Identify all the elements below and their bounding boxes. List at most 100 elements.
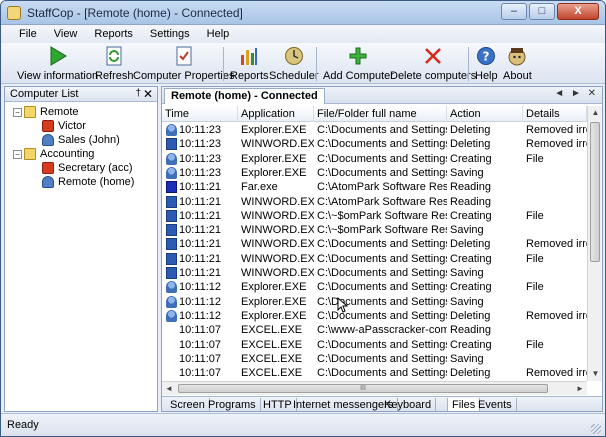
properties-icon [173,45,195,67]
window-title: StaffCop - [Remote (home) - Connected] [27,6,243,20]
column-header-details[interactable]: Details [523,106,587,122]
cell-path: C:\Documents and Settings\... [317,238,447,251]
pin-icon[interactable]: † [135,88,141,99]
table-row[interactable]: 10:11:07 EXCEL.EXE C:\Documents and Settin… [162,366,587,380]
table-row[interactable]: 10:11:07 EXCEL.EXE C:\www-aPasscracker-com… [162,323,587,337]
cell-details: File [526,281,544,294]
add-computer-button[interactable]: Add Computer [323,45,394,83]
table-row[interactable]: 10:11:07 EXCEL.EXE C:\Documents and Settin… [162,352,587,366]
column-header-action[interactable]: Action [447,106,523,122]
tab-programs[interactable]: Programs [204,398,261,411]
table-row[interactable]: 10:11:12 Explorer.EXE C:\Documents and Set… [162,280,587,294]
cell-action: Saving [450,267,484,279]
cell-action: Creating [450,252,492,265]
tree-label: Accounting [40,148,95,160]
computer-icon [42,134,54,146]
cell-path: C:\~$omPark Software Resel... [317,224,447,237]
tab-events[interactable]: Events [474,398,517,411]
table-row[interactable]: 10:11:23 Explorer.EXE C:\Documents and Set… [162,152,587,166]
table-row[interactable]: 10:11:21 WINWORD.EXEC:\~$omPark Software … [162,209,587,223]
cell-application: Explorer.EXE [241,309,307,322]
table-row[interactable]: 10:11:21 Far.exe C:\AtomPark Software Rese… [162,180,587,194]
document-tab-remote-home[interactable]: Remote (home) - Connected [164,88,325,104]
tree-group-accounting[interactable]: − Accounting [13,147,94,161]
table-row[interactable]: 10:11:12 Explorer.EXE C:\Documents and Set… [162,309,587,323]
menu-file[interactable]: File [11,25,46,43]
table-row[interactable]: 10:11:21 WINWORD.EXEC:\~$omPark Software … [162,223,587,237]
close-button[interactable]: X [557,3,599,20]
title-bar[interactable]: StaffCop - [Remote (home) - Connected] –… [1,1,605,25]
tab-keyboard[interactable]: Keyboard [380,398,437,411]
table-row[interactable]: 10:11:21 WINWORD.EXEC:\Documents and Sett… [162,266,587,280]
minimize-button[interactable]: – [501,3,527,20]
table-row[interactable]: 10:11:12 Explorer.EXE C:\Documents and Set… [162,295,587,309]
table-row[interactable]: 10:11:23 WINWORD.EXEC:\Documents and Sett… [162,137,587,151]
scroll-up-arrow-icon[interactable]: ▲ [588,106,602,120]
menu-settings[interactable]: Settings [142,25,199,43]
horizontal-scroll-thumb[interactable]: III [178,384,548,393]
cell-application: Explorer.EXE [241,166,307,179]
cell-time: 10:11:12 [179,309,222,322]
refresh-icon [103,45,125,67]
scroll-down-arrow-icon[interactable]: ▼ [588,367,602,381]
tree-label: Secretary (acc) [58,162,133,174]
toolbar-separator [316,47,317,81]
refresh-label: Refresh [95,70,134,82]
maximize-button[interactable]: □ [529,3,555,20]
table-row[interactable]: 10:11:21 WINWORD.EXEC:\AtomPark Software … [162,195,587,209]
help-label: Help [475,70,498,82]
cell-application: Far.exe [241,181,278,194]
cell-time: 10:11:07 [179,324,222,337]
tree-item-secretary-acc[interactable]: Secretary (acc) [42,161,133,175]
tree-item-remote-home[interactable]: Remote (home) [42,175,134,189]
menu-reports[interactable]: Reports [86,25,142,43]
cell-path: C:\www-aPasscracker-com.... [317,324,447,337]
table-row[interactable]: 10:11:21 WINWORD.EXEC:\Documents and Sett… [162,237,587,251]
main-panel: Remote (home) - Connected ◄ ► ✕ Time App… [161,86,603,412]
menu-help[interactable]: Help [199,25,239,43]
column-header-time[interactable]: Time [162,106,238,122]
cell-time: 10:11:23 [179,138,222,151]
tab-nav-controls[interactable]: ◄ ► ✕ [554,88,598,99]
computer-properties-button[interactable]: Computer Properties [133,45,235,83]
cell-details [523,266,587,280]
about-button[interactable]: About [503,45,532,83]
reports-button[interactable]: Reports [230,45,269,83]
tree-label: Remote (home) [58,176,135,188]
scroll-right-arrow-icon[interactable]: ► [573,382,587,396]
help-button[interactable]: ? Help [475,45,498,83]
horizontal-scrollbar[interactable]: ◄ III ► [162,381,587,395]
scheduler-button[interactable]: Scheduler [269,45,319,83]
cell-application: EXCEL.EXE [241,352,303,365]
status-text: Ready [7,419,39,431]
table-row[interactable]: 10:11:21 WINWORD.EXEC:\Documents and Sett… [162,252,587,266]
view-information-button[interactable]: View information [17,45,98,83]
column-header-application[interactable]: Application [238,106,314,122]
cell-time: 10:11:23 [179,152,222,165]
tree-item-sales-john[interactable]: Sales (John) [42,133,120,147]
collapse-toggle[interactable]: − [13,149,22,159]
close-panel-icon[interactable]: ✕ [143,87,153,101]
collapse-toggle[interactable]: − [13,107,22,117]
cell-path: C:\Documents and Settings\... [317,124,447,136]
resize-grip-icon[interactable] [591,424,601,434]
vertical-scrollbar[interactable]: ▲ ▼ [587,106,602,381]
delete-x-icon [422,45,444,67]
table-row[interactable]: 10:11:07 EXCEL.EXE C:\Documents and Settin… [162,338,587,352]
scroll-thumb[interactable] [590,122,600,262]
tree-item-victor[interactable]: Victor [42,119,86,133]
window-controls: – □ X [501,3,599,20]
refresh-button[interactable]: Refresh [95,45,134,83]
table-row[interactable]: 10:11:23 Explorer.EXE C:\Documents and Set… [162,166,587,180]
cell-action: Saving [450,224,484,237]
menu-view[interactable]: View [46,25,87,43]
cell-application: WINWORD.EXE [241,267,314,279]
table-row[interactable]: 10:11:23 Explorer.EXE C:\Documents and Set… [162,123,587,137]
cell-application: EXCEL.EXE [241,367,303,380]
column-header-path[interactable]: File/Folder full name [314,106,447,122]
delete-computers-button[interactable]: Delete computers [390,45,476,83]
scroll-left-arrow-icon[interactable]: ◄ [162,382,176,396]
tree-group-remote[interactable]: − Remote [13,105,79,119]
status-bar: Ready [1,413,605,436]
offline-stop-icon [42,162,54,174]
